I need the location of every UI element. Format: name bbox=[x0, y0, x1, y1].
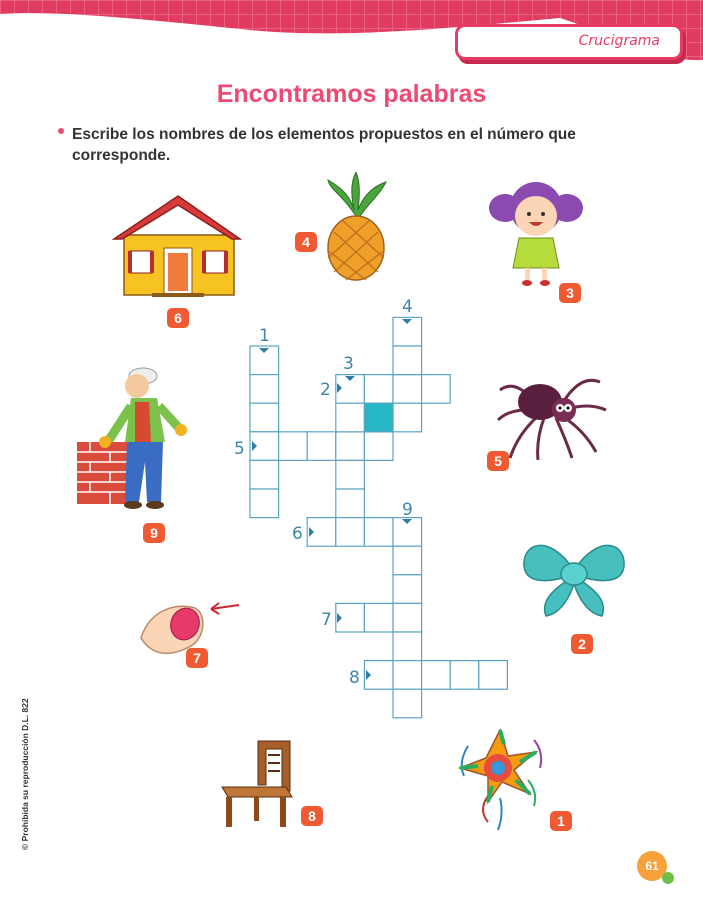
picture-number-5: 5 bbox=[487, 451, 509, 471]
crossword-cell[interactable] bbox=[392, 659, 423, 690]
clue-number-6: 6 bbox=[292, 524, 303, 544]
picture-number-6: 6 bbox=[167, 308, 189, 328]
crossword-cell[interactable] bbox=[421, 659, 451, 690]
crossword-cell[interactable] bbox=[392, 345, 423, 376]
crossword-cell[interactable] bbox=[363, 431, 394, 461]
picture-number-8: 8 bbox=[301, 806, 323, 826]
clue-number-8: 8 bbox=[349, 668, 360, 688]
pineapple-icon bbox=[327, 172, 387, 281]
clue-number-1: 1 bbox=[259, 326, 270, 346]
crossword-cell[interactable] bbox=[478, 659, 508, 690]
bow-icon bbox=[523, 544, 625, 617]
spider-icon bbox=[496, 378, 607, 460]
picture-number-9: 9 bbox=[143, 523, 165, 543]
crossword-cell[interactable] bbox=[335, 516, 365, 547]
crossword-cell[interactable] bbox=[249, 402, 280, 433]
crossword-cell[interactable] bbox=[392, 631, 423, 662]
crossword-cell[interactable] bbox=[363, 516, 394, 547]
crossword-cell[interactable] bbox=[335, 459, 365, 490]
crossword-cell[interactable] bbox=[392, 602, 423, 633]
picture-number-1: 1 bbox=[550, 811, 572, 831]
clue-number-2: 2 bbox=[320, 380, 331, 400]
crossword-cell[interactable] bbox=[335, 402, 365, 433]
picture-number-3: 3 bbox=[559, 283, 581, 303]
crossword-cell[interactable] bbox=[392, 688, 423, 719]
clue-number-4: 4 bbox=[402, 297, 413, 317]
crossword-cell[interactable] bbox=[392, 374, 423, 404]
crossword-cell[interactable] bbox=[363, 602, 394, 633]
crossword-cell[interactable] bbox=[392, 545, 423, 576]
picture-number-4: 4 bbox=[295, 232, 317, 252]
clue-number-9: 9 bbox=[402, 500, 413, 520]
crossword-cell[interactable] bbox=[249, 374, 280, 404]
clue-number-5: 5 bbox=[234, 439, 245, 459]
bricklayer-icon bbox=[77, 367, 187, 509]
chair-icon bbox=[221, 740, 293, 827]
crossword-cell[interactable] bbox=[392, 402, 423, 433]
crossword-cell[interactable] bbox=[449, 659, 480, 690]
picture-number-2: 2 bbox=[571, 634, 593, 654]
crossword-cell[interactable] bbox=[249, 459, 280, 490]
crossword-cell[interactable] bbox=[306, 431, 337, 461]
crossword-cell[interactable] bbox=[392, 574, 423, 604]
crossword-cell[interactable] bbox=[335, 488, 365, 519]
pinata-icon bbox=[457, 727, 543, 831]
crossword-cell[interactable] bbox=[421, 374, 451, 404]
picture-number-7: 7 bbox=[186, 648, 208, 668]
crossword-cell[interactable] bbox=[363, 374, 394, 404]
crossword-cell[interactable] bbox=[335, 431, 365, 461]
clue-number-3: 3 bbox=[343, 354, 354, 374]
crossword-cell[interactable] bbox=[278, 431, 308, 461]
house-icon bbox=[112, 195, 242, 297]
blocked-cell bbox=[363, 402, 394, 433]
doll-icon bbox=[489, 182, 583, 286]
clue-number-7: 7 bbox=[321, 610, 332, 630]
copyright-notice: © Prohibida su reproducción D.L. 822 bbox=[20, 698, 30, 850]
crossword-cell[interactable] bbox=[249, 488, 280, 519]
page-dot-icon bbox=[662, 872, 674, 884]
